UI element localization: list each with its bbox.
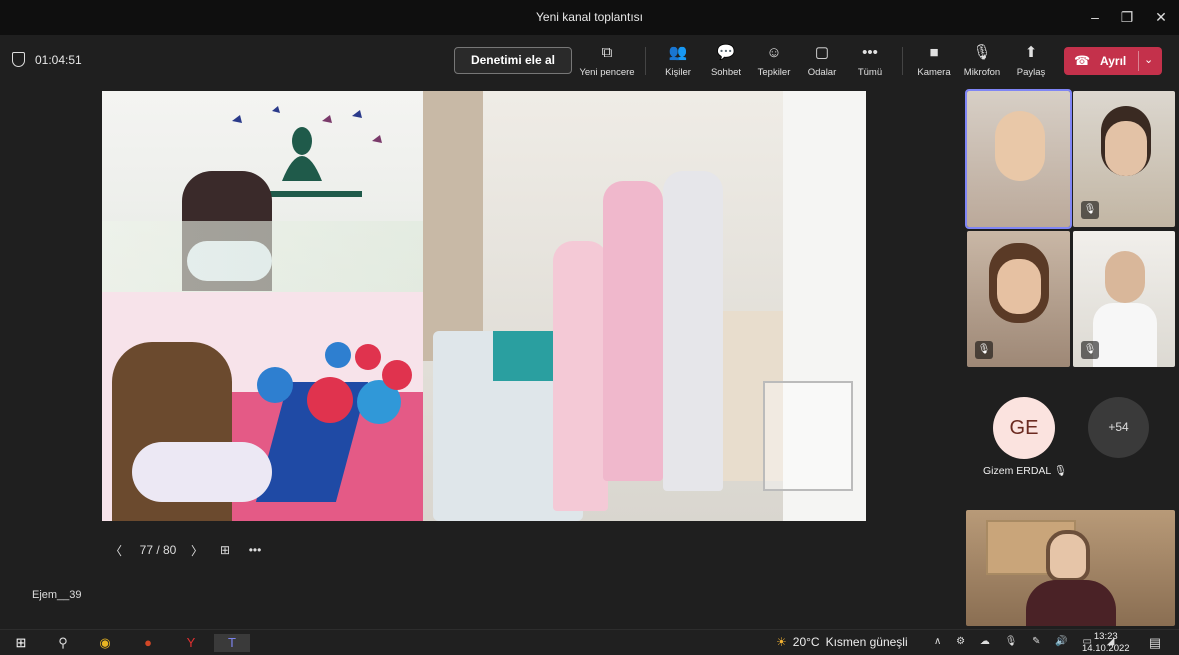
mic-off-icon: 🎙: [975, 341, 993, 359]
search-icon[interactable]: ⚲: [54, 634, 72, 652]
minimize-icon[interactable]: –: [1080, 6, 1110, 28]
people-label: Kişiler: [665, 67, 691, 78]
take-control-button[interactable]: Denetimi ele al: [454, 47, 572, 74]
microphone-label: Mikrofon: [963, 67, 1001, 78]
more-button[interactable]: ••• Tümü: [852, 43, 888, 83]
camera-button[interactable]: ■ Kamera: [914, 43, 954, 83]
shared-content[interactable]: [102, 91, 866, 521]
bassinet: [763, 381, 853, 491]
more-icon: •••: [862, 44, 878, 61]
chat-button[interactable]: 💬 Sohbet: [708, 43, 744, 83]
new-window-button[interactable]: ⧉ Yeni pencere: [579, 43, 635, 83]
more-label: Tümü: [857, 67, 883, 78]
grid-view-icon[interactable]: ⊞: [210, 543, 240, 557]
chat-icon: 💬: [716, 44, 736, 61]
microphone-button[interactable]: 🎙 Mikrofon: [960, 43, 1004, 83]
title-bar: Yeni kanal toplantısı – ❐ ✕: [0, 0, 1179, 35]
yandex-icon[interactable]: Y: [180, 634, 202, 652]
more-options-icon[interactable]: •••: [240, 543, 270, 557]
page-counter: 77 / 80: [139, 543, 177, 557]
photo-exercise-room: [102, 292, 423, 521]
powerpoint-icon[interactable]: ●: [137, 634, 159, 652]
chat-label: Sohbet: [710, 67, 742, 78]
slide-pager: 〈 77 / 80 〉 ⊞ •••: [110, 539, 270, 561]
person: [603, 181, 663, 481]
chevron-right-icon[interactable]: 〉: [184, 542, 210, 559]
hang-up-icon: ☎: [1074, 53, 1091, 68]
window-title: Yeni kanal toplantısı: [536, 10, 643, 24]
shield-icon: [12, 52, 25, 67]
participant-name: Gizem ERDAL 🎙: [983, 465, 1068, 477]
restore-icon[interactable]: ❐: [1112, 6, 1142, 28]
photo-nursing-room: [102, 91, 423, 292]
participant-video[interactable]: [965, 89, 1072, 229]
people-icon: 👥: [668, 44, 688, 61]
avatar[interactable]: GE: [993, 397, 1055, 459]
mic-off-icon: 🎙: [972, 44, 992, 61]
camera-icon: ■: [929, 44, 939, 61]
participant-video[interactable]: [966, 510, 1175, 626]
toolbar-divider: [902, 47, 903, 75]
rooms-button[interactable]: ▢ Odalar: [804, 43, 840, 83]
rooms-icon: ▢: [814, 44, 830, 61]
person: [553, 241, 608, 511]
participant-video[interactable]: 🎙: [1073, 231, 1175, 367]
overflow-participants-button[interactable]: +54: [1088, 397, 1149, 458]
taskbar: ⊞ ⚲ ◉ ● Y T ☀ 20°C Kısmen güneşli ∧ ⚙ ☁ …: [0, 629, 1179, 655]
share-label: Paylaş: [1016, 67, 1046, 78]
reactions-label: Tepkiler: [757, 67, 791, 78]
participant-video[interactable]: 🎙: [1073, 91, 1175, 227]
close-icon[interactable]: ✕: [1146, 6, 1176, 28]
participant-video[interactable]: 🎙: [967, 231, 1070, 367]
toolbar-divider: [645, 47, 646, 75]
timer-text: 01:04:51: [35, 52, 82, 67]
nursing-pillow: [132, 442, 272, 502]
meeting-timer: 01:04:51: [12, 52, 82, 67]
camera-label: Kamera: [917, 67, 951, 78]
rooms-label: Odalar: [807, 67, 837, 78]
leave-button[interactable]: ☎ Ayrıl ⌄: [1064, 47, 1162, 75]
weather-widget[interactable]: ☀ 20°C Kısmen güneşli: [776, 635, 908, 649]
sun-icon: ☀: [776, 635, 787, 649]
popout-icon: ⧉: [601, 44, 613, 61]
mic-off-icon: 🎙: [1081, 201, 1099, 219]
teams-icon[interactable]: T: [214, 634, 250, 652]
leave-label: Ayrıl: [1100, 54, 1127, 68]
share-button[interactable]: ⬆ Paylaş: [1012, 43, 1050, 83]
share-icon: ⬆: [1024, 44, 1038, 61]
reactions-icon: ☺: [766, 44, 782, 61]
mic-off-icon: 🎙: [1053, 465, 1068, 477]
clock[interactable]: 13:23 14.10.2022: [1082, 631, 1130, 655]
chrome-icon[interactable]: ◉: [94, 634, 116, 652]
mic-off-icon: 🎙: [1081, 341, 1099, 359]
windows-start-icon[interactable]: ⊞: [12, 634, 30, 652]
reactions-button[interactable]: ☺ Tepkiler: [754, 43, 794, 83]
person: [663, 171, 723, 491]
meeting-toolbar: 01:04:51 Denetimi ele al ⧉ Yeni pencere …: [0, 35, 1179, 87]
photo-hospital-room: [423, 91, 866, 521]
notifications-icon[interactable]: ▤: [1145, 634, 1165, 652]
chevron-left-icon[interactable]: 〈: [110, 542, 132, 559]
chevron-down-icon[interactable]: ⌄: [1144, 53, 1153, 66]
new-window-label: Yeni pencere: [579, 67, 635, 78]
self-name: Ejem__39: [32, 589, 82, 601]
people-button[interactable]: 👥 Kişiler: [660, 43, 696, 83]
